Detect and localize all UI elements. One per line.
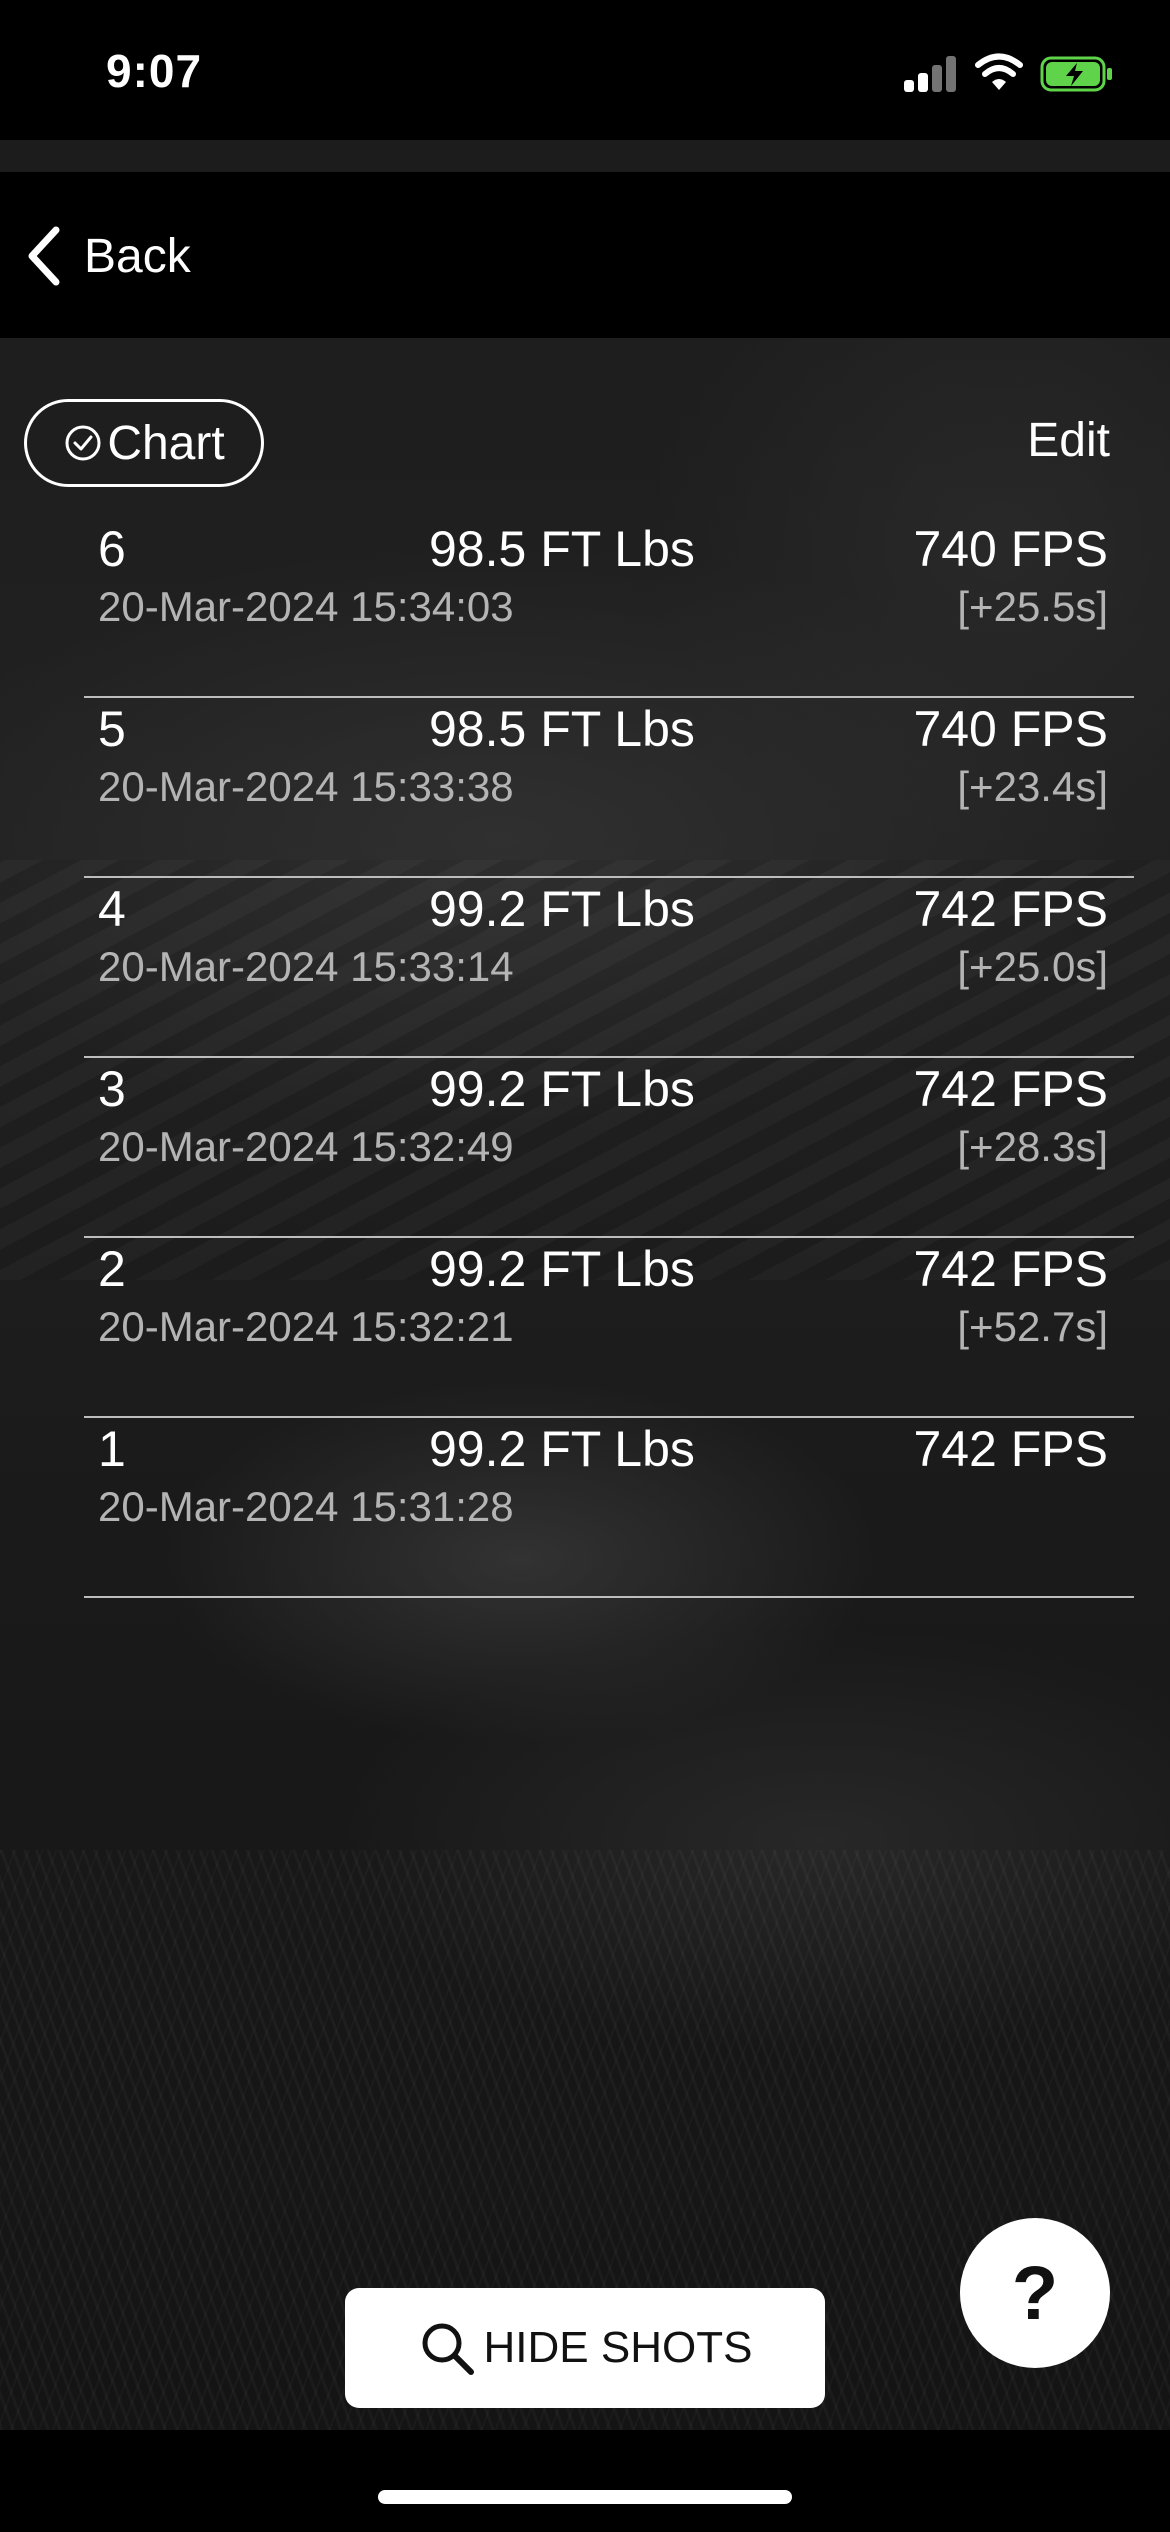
shot-energy: 99.2 FT Lbs <box>429 1241 695 1297</box>
shot-row[interactable]: 1 99.2 FT Lbs 742 FPS 20-Mar-2024 15:31:… <box>84 1418 1134 1598</box>
chart-button[interactable]: Chart <box>24 399 264 487</box>
chevron-left-icon <box>28 226 60 286</box>
hide-shots-label: HIDE SHOTS <box>483 2323 753 2372</box>
shot-list: 6 98.5 FT Lbs 740 FPS 20-Mar-2024 15:34:… <box>84 518 1134 1598</box>
help-button[interactable]: ? <box>960 2218 1110 2368</box>
shot-interval: [+25.0s] <box>957 943 1108 990</box>
shot-row[interactable]: 3 99.2 FT Lbs 742 FPS 20-Mar-2024 15:32:… <box>84 1058 1134 1238</box>
shot-number: 3 <box>98 1061 126 1117</box>
search-icon <box>422 2323 474 2375</box>
back-label: Back <box>84 229 191 283</box>
check-circle-icon <box>65 425 101 461</box>
shot-energy: 99.2 FT Lbs <box>429 1421 695 1477</box>
shot-interval: [+28.3s] <box>957 1123 1108 1170</box>
shot-interval: [+23.4s] <box>957 763 1108 810</box>
shot-velocity: 742 FPS <box>913 1421 1108 1477</box>
edit-button[interactable]: Edit <box>1027 413 1110 468</box>
shot-energy: 98.5 FT Lbs <box>429 521 695 577</box>
shot-energy: 99.2 FT Lbs <box>429 1061 695 1117</box>
home-indicator[interactable] <box>378 2490 792 2504</box>
chart-label: Chart <box>107 416 225 470</box>
shot-row[interactable]: 4 99.2 FT Lbs 742 FPS 20-Mar-2024 15:33:… <box>84 878 1134 1058</box>
battery-charging-icon <box>1040 56 1112 92</box>
navigation-bar: Back <box>0 172 1170 338</box>
cellular-signal-icon <box>904 56 958 92</box>
shot-number: 5 <box>98 701 126 757</box>
shot-timestamp: 20-Mar-2024 15:32:49 <box>98 1123 514 1170</box>
wifi-icon <box>975 53 1023 90</box>
shot-number: 6 <box>98 521 126 577</box>
shot-velocity: 742 FPS <box>913 881 1108 937</box>
shot-velocity: 740 FPS <box>913 701 1108 757</box>
shot-number: 4 <box>98 881 126 937</box>
bottom-safe-area <box>0 2430 1170 2532</box>
back-button[interactable]: Back <box>20 212 191 300</box>
shot-row[interactable]: 5 98.5 FT Lbs 740 FPS 20-Mar-2024 15:33:… <box>84 698 1134 878</box>
shot-timestamp: 20-Mar-2024 15:32:21 <box>98 1303 514 1350</box>
shot-interval: [+52.7s] <box>957 1303 1108 1350</box>
shot-timestamp: 20-Mar-2024 15:31:28 <box>98 1483 514 1530</box>
shot-timestamp: 20-Mar-2024 15:34:03 <box>98 583 514 630</box>
shot-energy: 99.2 FT Lbs <box>429 881 695 937</box>
status-bar: 9:07 <box>0 0 1170 140</box>
shot-energy: 98.5 FT Lbs <box>429 701 695 757</box>
hide-shots-button[interactable]: HIDE SHOTS <box>345 2288 825 2408</box>
shot-timestamp: 20-Mar-2024 15:33:38 <box>98 763 514 810</box>
shot-row[interactable]: 2 99.2 FT Lbs 742 FPS 20-Mar-2024 15:32:… <box>84 1238 1134 1418</box>
shot-number: 1 <box>98 1421 126 1477</box>
status-time: 9:07 <box>106 45 203 97</box>
shot-number: 2 <box>98 1241 126 1297</box>
shot-velocity: 742 FPS <box>913 1241 1108 1297</box>
shot-row[interactable]: 6 98.5 FT Lbs 740 FPS 20-Mar-2024 15:34:… <box>84 518 1134 698</box>
shot-timestamp: 20-Mar-2024 15:33:14 <box>98 943 514 990</box>
shot-velocity: 742 FPS <box>913 1061 1108 1117</box>
shot-interval: [+25.5s] <box>957 583 1108 630</box>
shot-velocity: 740 FPS <box>913 521 1108 577</box>
